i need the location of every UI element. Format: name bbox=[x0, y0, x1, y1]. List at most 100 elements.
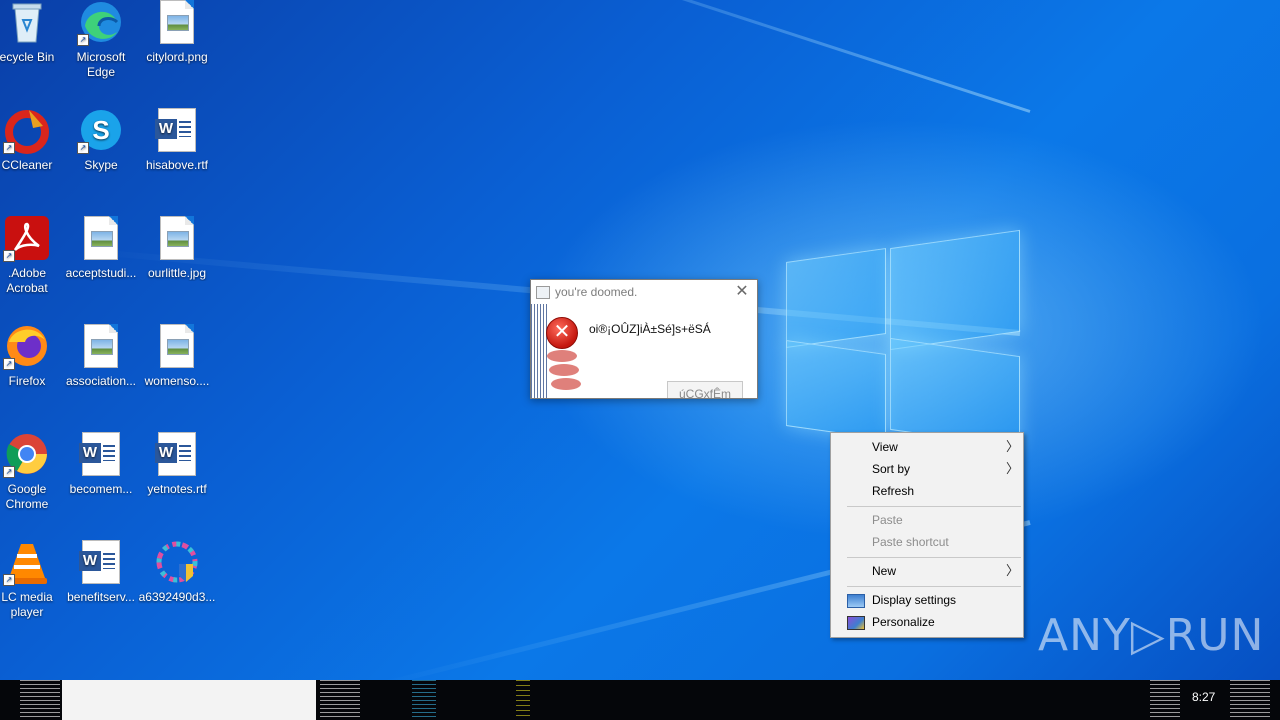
icon-label: womenso.... bbox=[144, 374, 210, 388]
icon-label: .Adobe Acrobat bbox=[6, 266, 48, 295]
image-file-icon bbox=[84, 216, 118, 260]
glitch-artifact bbox=[516, 680, 530, 720]
desktop-icon-recycle-bin[interactable]: ecycle Bin bbox=[0, 0, 66, 96]
desktop-icon-edge[interactable]: ↗ Microsoft Edge bbox=[62, 0, 140, 96]
icon-label: becomem... bbox=[69, 482, 133, 496]
menu-separator bbox=[847, 586, 1021, 587]
desktop-context-menu[interactable]: View 〉 Sort by 〉 Refresh Paste Paste sho… bbox=[830, 432, 1024, 638]
desktop-icon-womenso[interactable]: womenso.... bbox=[138, 320, 216, 420]
desktop-icon-association[interactable]: association... bbox=[62, 320, 140, 420]
dialog-title: you're doomed. bbox=[555, 285, 638, 299]
dialog-message: oi®¡OÛZ]iÀ±Sé]s+ëSÁ bbox=[589, 322, 711, 336]
windows-logo bbox=[786, 225, 1020, 449]
logo-pane bbox=[890, 229, 1020, 351]
display-settings-icon bbox=[847, 594, 865, 608]
shortcut-arrow-icon: ↗ bbox=[3, 466, 15, 478]
menu-item-label: Sort by bbox=[872, 462, 911, 476]
logo-pane bbox=[786, 339, 886, 441]
error-icon-trail bbox=[549, 364, 579, 376]
glitch-artifact bbox=[20, 680, 60, 720]
error-dialog[interactable]: you're doomed. ✕ ✕ oi®¡OÛZ]iÀ±Sé]s+ëSÁ ú… bbox=[530, 279, 758, 399]
shortcut-arrow-icon: ↗ bbox=[3, 142, 15, 154]
menu-separator bbox=[847, 557, 1021, 558]
recycle-bin-icon bbox=[3, 0, 51, 46]
menu-item-sort-by[interactable]: Sort by 〉 bbox=[831, 458, 1023, 480]
icon-label: ecycle Bin bbox=[0, 50, 55, 64]
desktop-icon-citylord[interactable]: citylord.png bbox=[138, 0, 216, 96]
desktop-icon-becomem[interactable]: W becomem... bbox=[62, 428, 140, 528]
menu-item-view[interactable]: View 〉 bbox=[831, 436, 1023, 458]
menu-separator bbox=[847, 506, 1021, 507]
icon-label: citylord.png bbox=[146, 50, 208, 64]
word-document-icon: W bbox=[79, 432, 120, 476]
glitch-artifact bbox=[320, 680, 360, 720]
menu-item-personalize[interactable]: Personalize bbox=[831, 611, 1023, 633]
desktop-icon-hisabove[interactable]: W hisabove.rtf bbox=[138, 104, 216, 204]
desktop-icon-yetnotes[interactable]: W yetnotes.rtf bbox=[138, 428, 216, 528]
dialog-title-bar[interactable]: you're doomed. ✕ bbox=[531, 280, 757, 304]
desktop-icon-vlc[interactable]: ↗ LC media player bbox=[0, 536, 66, 636]
desktop-icon-skype[interactable]: S ↗ Skype bbox=[62, 104, 140, 204]
glitch-artifact bbox=[1230, 680, 1270, 720]
window-app-icon bbox=[536, 286, 550, 299]
menu-item-paste-shortcut: Paste shortcut bbox=[831, 531, 1023, 553]
chrome-icon: ↗ bbox=[3, 430, 51, 478]
chevron-right-icon: 〉 bbox=[1005, 439, 1019, 454]
menu-item-label: View bbox=[872, 440, 898, 454]
icon-label: Skype bbox=[84, 158, 118, 172]
icon-label: hisabove.rtf bbox=[145, 158, 209, 172]
desktop-icon-a6392490d3[interactable]: a6392490d3... bbox=[138, 536, 216, 636]
menu-item-refresh[interactable]: Refresh bbox=[831, 480, 1023, 502]
word-document-icon: W bbox=[155, 108, 196, 152]
shortcut-arrow-icon: ↗ bbox=[3, 250, 15, 262]
menu-item-display-settings[interactable]: Display settings bbox=[831, 589, 1023, 611]
image-file-icon bbox=[160, 0, 194, 44]
desktop-icon-adobe-acrobat[interactable]: ↗ .Adobe Acrobat bbox=[0, 212, 66, 312]
dialog-button[interactable]: úCGxfÊm bbox=[667, 381, 743, 398]
icon-label: Firefox bbox=[8, 374, 46, 388]
error-icon-trail bbox=[551, 378, 581, 390]
taskbar[interactable]: 8:27 bbox=[0, 680, 1280, 720]
menu-item-label: Personalize bbox=[872, 615, 935, 629]
desktop-icon-ccleaner[interactable]: ↗ CCleaner bbox=[0, 104, 66, 204]
close-button[interactable]: ✕ bbox=[733, 280, 751, 304]
word-document-icon: W bbox=[155, 432, 196, 476]
icon-label: LC media player bbox=[1, 590, 53, 619]
image-file-icon bbox=[84, 324, 118, 368]
skype-icon: S ↗ bbox=[77, 106, 125, 154]
menu-item-label: Paste shortcut bbox=[872, 535, 949, 549]
icon-label: a6392490d3... bbox=[138, 590, 216, 604]
wallpaper-beam bbox=[268, 0, 1031, 113]
vlc-icon: ↗ bbox=[3, 538, 51, 586]
icon-label: benefitserv... bbox=[67, 590, 135, 604]
installer-icon bbox=[153, 538, 201, 586]
icon-label: yetnotes.rtf bbox=[147, 482, 207, 496]
menu-item-label: Paste bbox=[872, 513, 903, 527]
chevron-right-icon: 〉 bbox=[1005, 563, 1019, 578]
ccleaner-icon: ↗ bbox=[3, 106, 51, 154]
glitch-artifact bbox=[1150, 680, 1180, 720]
firefox-icon: ↗ bbox=[3, 322, 51, 370]
icon-label: acceptstudi... bbox=[65, 266, 137, 280]
image-file-icon bbox=[160, 216, 194, 260]
word-document-icon: W bbox=[79, 540, 120, 584]
desktop-icon-acceptstudi[interactable]: acceptstudi... bbox=[62, 212, 140, 312]
edge-icon: ↗ bbox=[77, 0, 125, 46]
chevron-right-icon: 〉 bbox=[1005, 461, 1019, 476]
glitch-artifact bbox=[412, 680, 436, 720]
desktop-icon-benefitserv[interactable]: W benefitserv... bbox=[62, 536, 140, 636]
icon-label: Microsoft Edge bbox=[76, 50, 126, 79]
taskbar-clock[interactable]: 8:27 bbox=[1192, 690, 1215, 704]
icon-label: CCleaner bbox=[1, 158, 53, 172]
desktop[interactable]: ecycle Bin ↗ Microsoft Edge citylord.png… bbox=[0, 0, 1280, 680]
desktop-icon-chrome[interactable]: ↗ Google Chrome bbox=[0, 428, 66, 528]
icon-label: ourlittle.jpg bbox=[147, 266, 207, 280]
shortcut-arrow-icon: ↗ bbox=[3, 358, 15, 370]
anyrun-watermark: ANY▷RUN bbox=[1038, 610, 1265, 661]
menu-item-new[interactable]: New 〉 bbox=[831, 560, 1023, 582]
icon-label: association... bbox=[65, 374, 137, 388]
personalize-icon bbox=[847, 616, 865, 630]
desktop-icon-firefox[interactable]: ↗ Firefox bbox=[0, 320, 66, 420]
shortcut-arrow-icon: ↗ bbox=[77, 142, 89, 154]
desktop-icon-ourlittle[interactable]: ourlittle.jpg bbox=[138, 212, 216, 312]
